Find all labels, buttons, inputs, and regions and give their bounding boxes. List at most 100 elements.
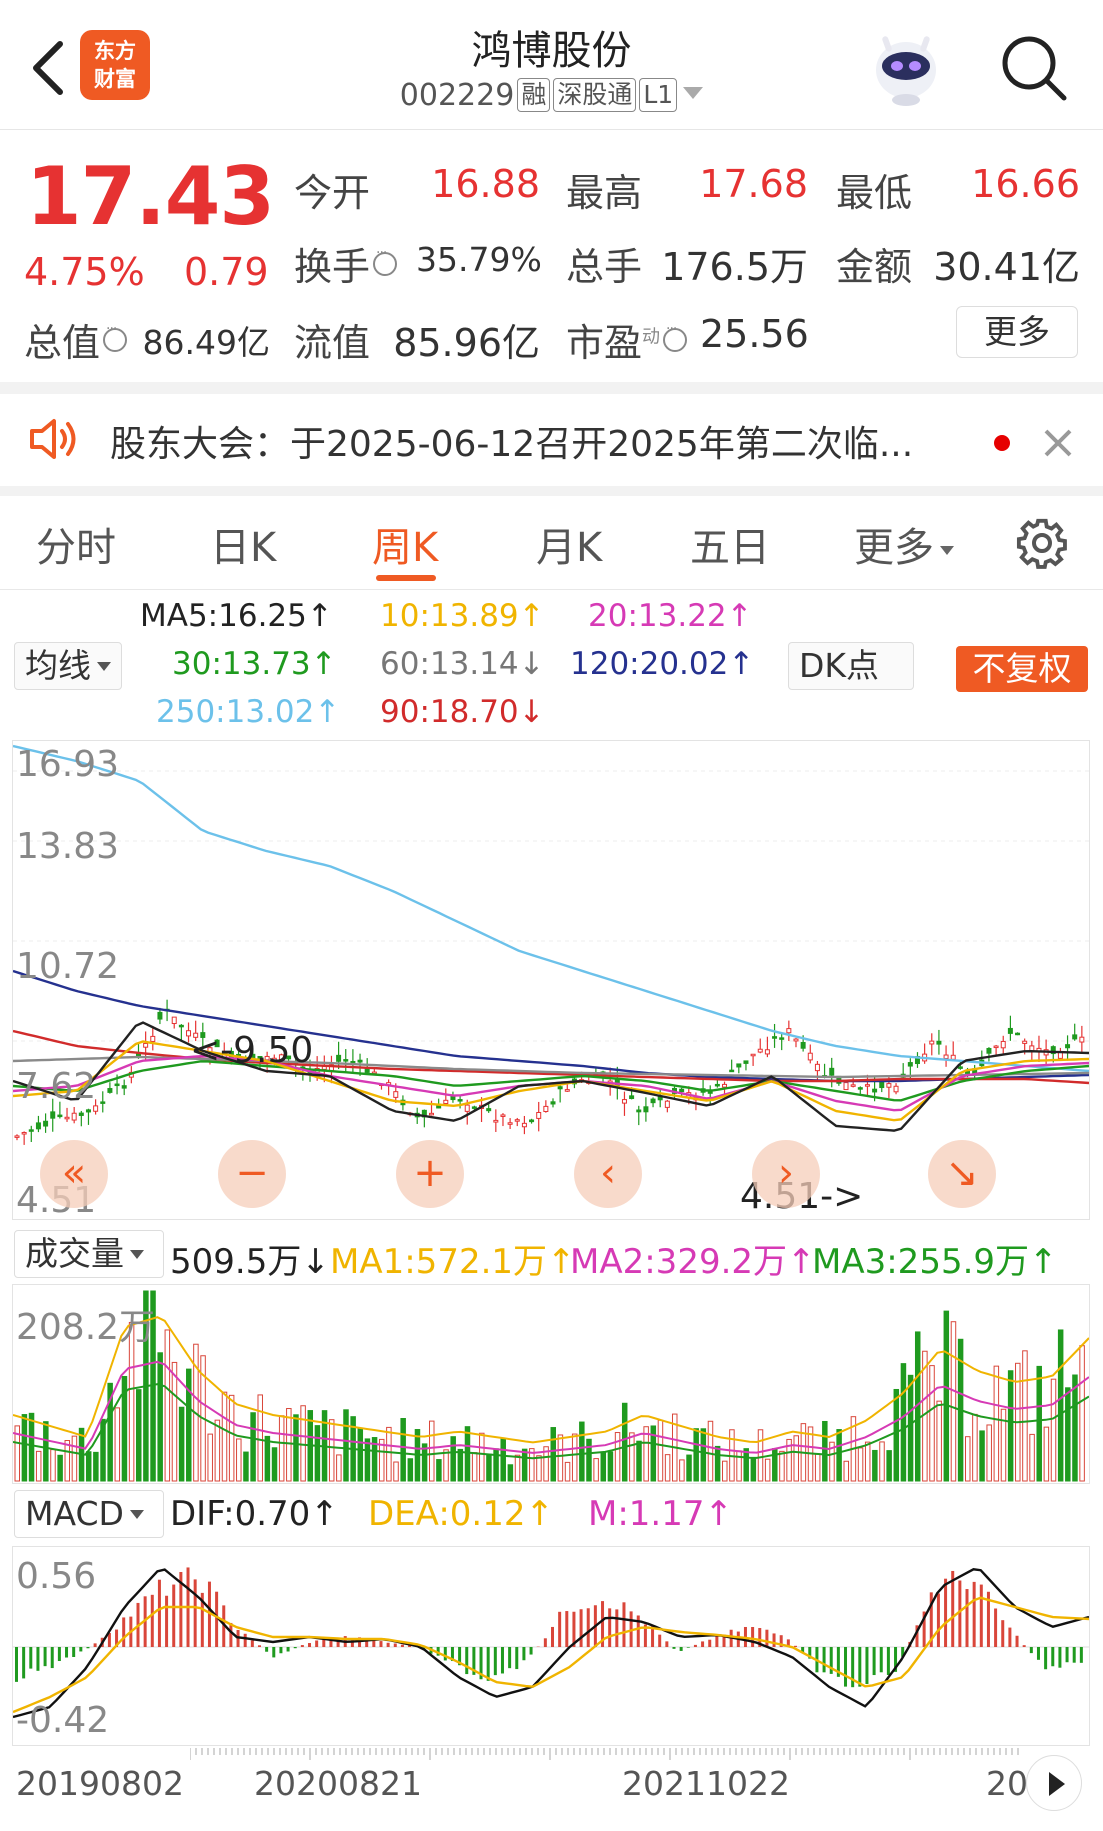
- close-icon[interactable]: [1040, 425, 1076, 461]
- macd-histogram-bar: [765, 1629, 769, 1647]
- tab-weekly-k[interactable]: 周K: [372, 515, 438, 573]
- more-quote-button[interactable]: 更多: [956, 306, 1078, 358]
- volume-bar: [943, 1310, 950, 1482]
- open-label: 今开: [294, 171, 371, 215]
- candle-body: [43, 1120, 49, 1127]
- macd-histogram-bar: [29, 1647, 33, 1669]
- notice-bar[interactable]: 股东大会：于2025-06-12召开2025年第二次临...: [0, 395, 1103, 487]
- macd-histogram-bar: [672, 1647, 676, 1649]
- macd-histogram-bar: [72, 1647, 76, 1657]
- candle-body: [550, 1101, 556, 1105]
- notice-text: 股东大会：于2025-06-12召开2025年第二次临...: [110, 424, 914, 465]
- candle-body: [814, 1063, 820, 1072]
- scroll-right-button[interactable]: ›: [752, 1140, 820, 1208]
- candle-body: [57, 1114, 63, 1118]
- candle-body: [557, 1086, 563, 1090]
- volume-bar: [429, 1420, 435, 1482]
- info-icon[interactable]: [103, 321, 128, 352]
- info-icon[interactable]: [663, 321, 688, 352]
- search-icon[interactable]: [996, 30, 1070, 104]
- macd-histogram-bar: [86, 1647, 90, 1649]
- volume-bar: [900, 1363, 907, 1482]
- macd-histogram-bar: [1065, 1647, 1069, 1663]
- volume-bar: [607, 1451, 614, 1482]
- volume-plot[interactable]: [13, 1285, 1089, 1483]
- info-icon[interactable]: [373, 245, 398, 276]
- macd-histogram-bar: [965, 1589, 969, 1647]
- candle-body: [957, 1066, 963, 1069]
- zoom-in-button[interactable]: +: [396, 1140, 464, 1208]
- macd-indicator-selector[interactable]: MACD: [14, 1490, 164, 1538]
- candle-body: [800, 1041, 806, 1049]
- fullscreen-button[interactable]: ↘: [928, 1140, 996, 1208]
- zoom-out-button[interactable]: −: [218, 1140, 286, 1208]
- volume-bar: [28, 1412, 35, 1482]
- play-button[interactable]: [1026, 1755, 1082, 1811]
- tab-five-day[interactable]: 五日: [690, 515, 770, 573]
- volume-bar: [750, 1457, 757, 1482]
- candle-body: [343, 1059, 349, 1062]
- candle-body: [779, 1037, 785, 1040]
- candle-body: [893, 1085, 899, 1093]
- volume-bar: [571, 1433, 578, 1482]
- tab-daily-k[interactable]: 日K: [210, 515, 276, 573]
- candle-body: [636, 1109, 642, 1113]
- candle-body: [178, 1024, 184, 1028]
- time-scroll-ticks[interactable]: [190, 1746, 1020, 1760]
- volume-bar: [907, 1374, 914, 1482]
- macd-histogram-bar: [486, 1647, 490, 1681]
- scroll-left-button[interactable]: ‹: [574, 1140, 642, 1208]
- volume-bar: [743, 1448, 749, 1482]
- scroll-to-start-button[interactable]: «: [40, 1140, 108, 1208]
- tag-connect: 深股通: [553, 78, 637, 112]
- dk-point-button[interactable]: DK点: [788, 642, 914, 690]
- candle-body: [886, 1083, 892, 1088]
- macd-histogram-bar: [500, 1647, 504, 1674]
- volume-bar: [250, 1412, 256, 1482]
- ma-selector[interactable]: 均线: [14, 642, 122, 690]
- volume-bar: [872, 1449, 878, 1482]
- macd-histogram-bar: [229, 1622, 233, 1647]
- market-cap-label-text: 总值: [24, 321, 101, 365]
- volume-bar: [1079, 1345, 1085, 1482]
- volume-bar: [1029, 1433, 1035, 1482]
- volume-bar: [629, 1432, 635, 1482]
- candle-body: [393, 1091, 399, 1098]
- macd-plot[interactable]: [13, 1547, 1089, 1745]
- adjust-mode-button[interactable]: 不复权: [956, 646, 1088, 692]
- volume-bar: [586, 1438, 592, 1482]
- macd-histogram-bar: [315, 1640, 319, 1647]
- macd-histogram-bar: [250, 1640, 254, 1647]
- macd-histogram-bar: [1036, 1647, 1040, 1660]
- candle-body: [114, 1083, 120, 1087]
- volume-indicator-selector[interactable]: 成交量: [14, 1230, 164, 1278]
- volume-bar: [1022, 1350, 1028, 1482]
- macd-histogram-bar: [265, 1647, 269, 1652]
- volume-bar: [186, 1368, 192, 1482]
- volume-bar: [228, 1394, 235, 1482]
- macd-histogram-bar: [1072, 1647, 1076, 1663]
- volume-bar: [886, 1450, 892, 1482]
- pe-label: 市盈动: [566, 312, 690, 367]
- macd-histogram-bar: [379, 1641, 383, 1647]
- volume-bar: [621, 1402, 628, 1482]
- tab-intraday[interactable]: 分时: [36, 515, 116, 573]
- tab-more[interactable]: 更多: [854, 515, 954, 573]
- candle-body: [664, 1100, 670, 1108]
- kline-chart[interactable]: [12, 740, 1090, 1220]
- kline-plot[interactable]: [13, 741, 1089, 1219]
- volume-bar: [636, 1440, 642, 1482]
- candle-body: [857, 1087, 863, 1090]
- candle-body: [107, 1088, 113, 1093]
- volume-bar: [243, 1451, 249, 1482]
- gear-icon[interactable]: [1016, 517, 1068, 569]
- volume-selector-label: 成交量: [25, 1234, 124, 1273]
- robot-assistant-icon[interactable]: [866, 28, 946, 108]
- volume-bar: [271, 1447, 278, 1482]
- candle-body: [929, 1040, 935, 1045]
- macd-histogram-bar: [1058, 1647, 1062, 1668]
- macd-chart[interactable]: [12, 1546, 1090, 1746]
- volume-bar: [393, 1461, 399, 1482]
- tab-monthly-k[interactable]: 月K: [536, 515, 602, 573]
- volume-chart[interactable]: [12, 1284, 1090, 1484]
